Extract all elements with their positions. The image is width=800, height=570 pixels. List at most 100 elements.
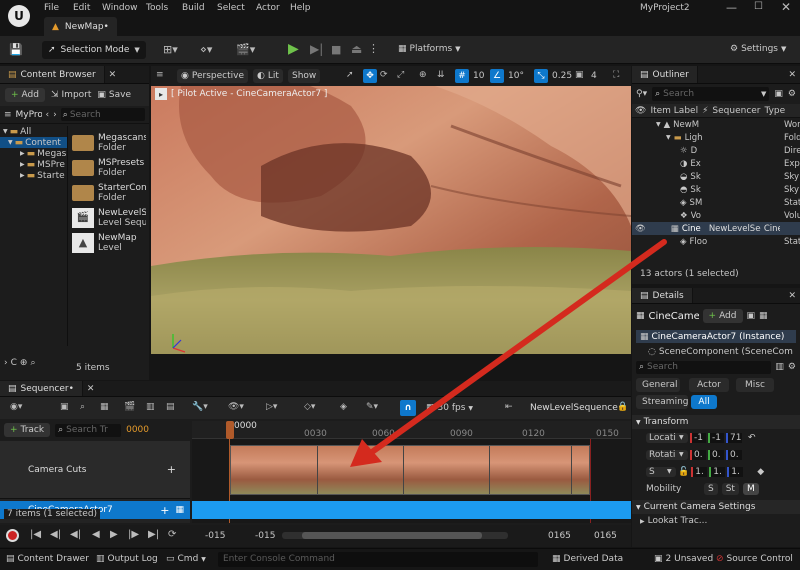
menu-build[interactable]: Build (182, 3, 217, 13)
table-row[interactable]: ▼ ▲ NewM Wor (632, 118, 800, 131)
column-type[interactable]: Type (765, 106, 786, 116)
lock-icon[interactable]: 🔓 (678, 467, 689, 477)
platforms-button[interactable]: ▦ Platforms ▼ (398, 44, 461, 54)
key-icon[interactable]: ◇▾ (304, 402, 315, 412)
playhead[interactable] (226, 421, 234, 439)
tree-item-content[interactable]: ▼ ▬ Content (0, 137, 67, 148)
maximize-viewport-icon[interactable]: ⛶ (613, 70, 619, 80)
mobility-stationary[interactable]: St (721, 482, 739, 495)
find-asset-icon[interactable]: ⌕ (80, 402, 85, 412)
gear-icon[interactable]: ⚙ (788, 362, 796, 372)
location-z-field[interactable]: 71 (726, 432, 742, 443)
chevron-left-icon[interactable]: ‹ (46, 110, 50, 120)
timeline-area[interactable]: 0000 0030 0060 0090 0120 0150 (192, 421, 631, 523)
content-drawer-button[interactable]: ▤ Content Drawer (6, 554, 89, 564)
tab-sequencer[interactable]: ▤ Sequencer• (0, 381, 83, 396)
section-transform[interactable]: ▼ Transform (632, 415, 800, 429)
column-item-label[interactable]: Item Label (650, 106, 698, 116)
filter-icon[interactable]: ⚲▾ (636, 89, 647, 99)
grid-size[interactable]: 10 (473, 71, 484, 81)
scrollbar-thumb[interactable] (302, 532, 482, 539)
console-input[interactable]: Enter Console Command (218, 552, 538, 567)
tree-item-all[interactable]: ▼ ▬ All (0, 126, 67, 137)
table-row[interactable]: ☼ D Dire (632, 144, 800, 157)
translate-icon[interactable]: ✥ (363, 69, 377, 83)
chevron-right-icon[interactable]: › (4, 358, 8, 368)
prev-key-icon[interactable]: ◀| (50, 529, 61, 540)
asset-item[interactable]: 🎬 NewLevelSLevel Seque (72, 205, 148, 230)
mode-dropdown[interactable]: ➚ Selection Mode ▼ (42, 41, 146, 59)
tab-outliner[interactable]: ▤ Outliner (632, 66, 698, 83)
playback-options-icon[interactable]: ▷▾ (266, 402, 277, 412)
blueprint-icon[interactable]: ⋄▾ (200, 43, 212, 56)
table-row[interactable]: ◒ Sk Sky (632, 170, 800, 183)
add-folder-icon[interactable]: ▣ (774, 89, 783, 99)
gear-icon[interactable]: ⚙ (788, 89, 796, 99)
table-row[interactable]: ▼ ▬ Ligh Fold (632, 131, 800, 144)
camera-speed-icon[interactable]: ▣ (575, 70, 584, 80)
menu-help[interactable]: Help (290, 3, 311, 13)
eye-icon[interactable]: 👁▾ (228, 402, 244, 412)
menu-actor[interactable]: Actor (256, 3, 290, 13)
blueprint-icon[interactable]: ▣ (747, 311, 756, 321)
scale-icon[interactable]: ⤢ (397, 70, 404, 80)
menu-edit[interactable]: Edit (73, 3, 102, 13)
camera-cut-section[interactable] (230, 445, 590, 495)
current-frame[interactable]: 0000 (126, 425, 149, 435)
reset-scale-icon[interactable]: ◆ (757, 467, 764, 477)
grid-icon[interactable]: ▦ (759, 311, 768, 321)
location-y-field[interactable]: -1 (708, 432, 724, 443)
unsaved-button[interactable]: ▣ 2 Unsaved (654, 554, 713, 564)
loop-icon[interactable]: ⟳ (168, 529, 176, 540)
play-icon[interactable]: ▶ (110, 529, 118, 540)
end-frame[interactable]: 0165 (594, 531, 617, 541)
lit-button[interactable]: ◐ Lit (253, 69, 283, 83)
unreal-logo-icon[interactable]: U (8, 5, 30, 27)
close-icon[interactable]: ✕ (781, 0, 791, 14)
save-icon[interactable]: 💾 (9, 43, 23, 56)
close-icon[interactable]: ✕ (87, 384, 95, 394)
level-viewport[interactable]: ≡ ◉ Perspective ◐ Lit Show ➚ ✥ ⟳ ⤢ ⊕ ⇊ # 1… (151, 66, 631, 354)
camera-speed-value[interactable]: 4 (591, 71, 597, 81)
asset-item[interactable]: StarterCon Folder (72, 180, 148, 205)
minimize-icon[interactable]: — (726, 1, 737, 14)
maximize-icon[interactable]: ☐ (754, 1, 763, 12)
wrench-icon[interactable]: 🔧▾ (192, 402, 208, 412)
pin-icon[interactable]: ⚡ (702, 106, 708, 116)
snap-icon[interactable]: ∩ (400, 400, 416, 416)
cinematics-icon[interactable]: 🎬▾ (236, 43, 255, 56)
scale-y-field[interactable]: 1. (709, 466, 726, 477)
start-frame[interactable]: -015 (205, 531, 225, 541)
grid-snap-icon[interactable]: # (455, 69, 469, 83)
filter-general[interactable]: General (636, 378, 680, 392)
asset-item[interactable]: Megascans Folder (72, 130, 148, 155)
table-row[interactable]: ◈ Floo Stat (632, 235, 800, 248)
path-root[interactable]: MyProj (16, 110, 42, 120)
scale-snap-icon[interactable]: ⤡ (534, 69, 548, 83)
perspective-button[interactable]: ◉ Perspective (177, 69, 248, 83)
plus-icon[interactable]: + (167, 463, 176, 476)
select-icon[interactable]: ➚ (346, 70, 354, 80)
visibility-icon[interactable]: 👁 (635, 224, 646, 234)
world-icon[interactable]: ⊕ (419, 70, 427, 80)
map-tab[interactable]: ▲ NewMap• (44, 17, 117, 36)
fps-dropdown[interactable]: ▦ 30 fps ▼ (426, 403, 473, 413)
tab-details[interactable]: ▤ Details (632, 288, 693, 303)
actions-icon[interactable]: ▥ (146, 402, 155, 412)
camera-actor-bar[interactable] (192, 501, 631, 519)
scale-snap-value[interactable]: 0.25 (552, 71, 572, 81)
track-search-input[interactable]: ⌕ Search Tr (55, 423, 122, 437)
jump-end-icon[interactable]: ▶| (148, 529, 159, 540)
menu-tools[interactable]: Tools (146, 3, 182, 13)
save-all-button[interactable]: ▣ Save (97, 90, 131, 100)
camera-cuts-track[interactable]: Camera Cuts + (0, 441, 190, 499)
tracks-icon[interactable]: ▤ (166, 402, 175, 412)
save-icon[interactable]: ▣ (60, 402, 69, 412)
play-options-icon[interactable]: ⋮ (368, 42, 379, 55)
search-icon[interactable]: ⌕ (30, 358, 35, 368)
source-control-button[interactable]: ⊘ Source Control (716, 554, 793, 564)
menu-select[interactable]: Select (217, 3, 256, 13)
scale-dropdown[interactable]: S ▼ (646, 466, 676, 477)
table-row[interactable]: ◑ Ex Exp (632, 157, 800, 170)
visibility-icon[interactable]: 👁 (635, 106, 646, 116)
